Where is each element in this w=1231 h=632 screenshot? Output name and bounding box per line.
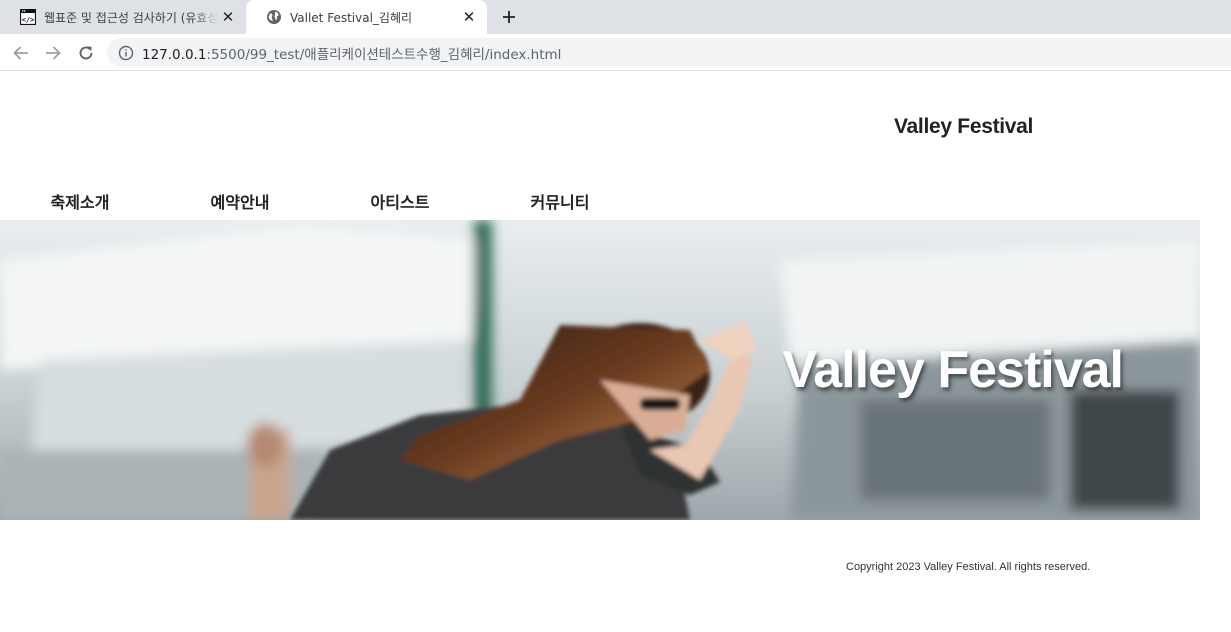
url-host: 127.0.0.1: [142, 46, 207, 63]
web-page: Valley Festival 축제소개 예약안내 아티스트 커뮤니티 Vall…: [0, 71, 1231, 632]
info-icon[interactable]: [118, 45, 134, 61]
hero-banner: Valley Festival: [0, 220, 1200, 520]
arrow-left-icon: [13, 46, 28, 60]
url-text: 127.0.0.1:5500/99_test/애플리케이션테스트수행_김혜리/i…: [142, 43, 561, 63]
browser-tab-validator[interactable]: </> 웹표준 및 접근성 검사하기 (유효성 검사) ✕: [0, 0, 246, 34]
site-logo[interactable]: Valley Festival: [894, 115, 1033, 139]
main-navigation: 축제소개 예약안내 아티스트 커뮤니티: [0, 189, 640, 219]
browser-toolbar: 127.0.0.1:5500/99_test/애플리케이션테스트수행_김혜리/i…: [0, 34, 1231, 71]
close-tab-icon[interactable]: ✕: [218, 7, 238, 27]
browser-tab-strip: </> 웹표준 및 접근성 검사하기 (유효성 검사) ✕ Vallet Fes…: [0, 0, 1231, 34]
nav-item-festival-intro[interactable]: 축제소개: [0, 189, 160, 213]
nav-item-community[interactable]: 커뮤니티: [480, 189, 640, 213]
tab-title: Vallet Festival_김혜리: [290, 10, 413, 25]
tab-title: 웹표준 및 접근성 검사하기 (유효성 검사): [44, 10, 218, 25]
hero-title: Valley Festival: [782, 341, 1124, 399]
svg-text:</>: </>: [22, 16, 35, 24]
url-path: :5500/99_test/애플리케이션테스트수행_김혜리/index.html: [206, 46, 562, 63]
back-button[interactable]: [9, 41, 33, 65]
footer-copyright: Copyright 2023 Valley Festival. All righ…: [846, 561, 1091, 573]
forward-button[interactable]: [41, 41, 65, 65]
nav-item-reservation[interactable]: 예약안내: [160, 189, 320, 213]
plus-icon: [503, 11, 515, 23]
new-tab-button[interactable]: [496, 5, 522, 29]
close-tab-icon[interactable]: ✕: [459, 7, 479, 27]
reload-button[interactable]: [74, 41, 98, 65]
arrow-right-icon: [46, 46, 61, 60]
reload-icon: [79, 46, 93, 60]
code-editor-icon: </>: [20, 9, 36, 25]
nav-item-artists[interactable]: 아티스트: [320, 189, 480, 213]
browser-tab-festival[interactable]: Vallet Festival_김혜리 ✕: [246, 0, 487, 34]
address-bar[interactable]: 127.0.0.1:5500/99_test/애플리케이션테스트수행_김혜리/i…: [107, 38, 1231, 67]
globe-icon: [266, 9, 282, 25]
